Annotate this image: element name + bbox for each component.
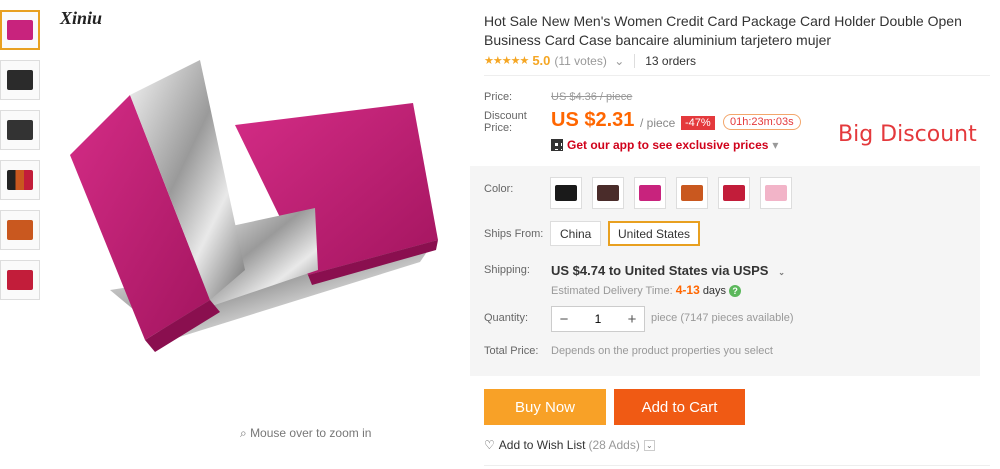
zoom-hint: ⌕ Mouse over to zoom in xyxy=(240,426,371,441)
quantity-input[interactable] xyxy=(576,312,620,326)
star-rating-icon: ★★★★★ xyxy=(484,55,529,67)
discount-price-label: Discount Price: xyxy=(484,110,527,134)
help-icon[interactable]: ? xyxy=(729,285,742,298)
thumbnail-1[interactable] xyxy=(0,10,40,50)
increase-quantity-button[interactable]: + xyxy=(620,311,644,328)
ships-from-united-states[interactable]: United States xyxy=(608,221,701,246)
color-swatch-1[interactable] xyxy=(550,177,582,209)
app-promo-link[interactable]: Get our app to see exclusive prices ▾ xyxy=(551,138,778,152)
swatch-image xyxy=(597,185,619,201)
days-word: days xyxy=(702,285,727,297)
delivery-days: 4-13 xyxy=(675,283,700,297)
swatch-image xyxy=(723,185,745,201)
caret-down-icon: ▾ xyxy=(772,138,779,152)
delivery-estimate: Estimated Delivery Time: 4-13 days ? xyxy=(551,283,742,298)
shipping-method-text: US $4.74 to United States via USPS xyxy=(551,263,769,278)
thumbnail-4[interactable] xyxy=(0,160,40,200)
swatch-image xyxy=(681,185,703,201)
ships-from-label: Ships From: xyxy=(484,228,544,240)
color-swatch-4[interactable] xyxy=(676,177,708,209)
wishlist-count: (28 Adds) xyxy=(588,438,640,452)
card-holder-illustration xyxy=(70,60,438,352)
discount-price: US $2.31 xyxy=(551,109,635,131)
magnifier-icon: ⌕ xyxy=(240,426,251,440)
chevron-down-icon: ⌄ xyxy=(778,268,785,277)
countdown-timer: 01h:23m:03s xyxy=(723,114,801,130)
quantity-stepper: − + xyxy=(551,306,645,332)
buy-now-button[interactable]: Buy Now xyxy=(484,389,606,425)
original-price: US $4.36 / piece xyxy=(551,91,633,103)
divider xyxy=(484,75,990,76)
per-piece-unit: / piece xyxy=(640,116,676,130)
thumbnail-image xyxy=(7,120,33,140)
total-price-note: Depends on the product properties you se… xyxy=(551,345,773,357)
votes-link[interactable]: (11 votes) xyxy=(554,54,606,68)
orders-count: 13 orders xyxy=(645,53,696,68)
swatch-image xyxy=(555,185,577,201)
thumbnail-3[interactable] xyxy=(0,110,40,150)
shipping-method[interactable]: US $4.74 to United States via USPS ⌄ xyxy=(551,263,787,279)
thumbnail-image xyxy=(7,170,33,190)
app-promo-text: Get our app to see exclusive prices xyxy=(567,138,769,152)
discount-badge: -47% xyxy=(681,116,715,130)
color-swatch-2[interactable] xyxy=(592,177,624,209)
thumbnail-5[interactable] xyxy=(0,210,40,250)
shipping-label: Shipping: xyxy=(484,264,530,276)
thumbnail-image xyxy=(7,20,33,40)
heart-plus-icon: ♡ xyxy=(484,438,495,452)
delivery-estimate-label: Estimated Delivery Time: xyxy=(551,285,673,297)
color-swatch-5[interactable] xyxy=(718,177,750,209)
rating-row: ★★★★★ 5.0 (11 votes) ⌄ 13 orders xyxy=(484,53,696,68)
color-swatch-3[interactable] xyxy=(634,177,666,209)
product-title: Hot Sale New Men's Women Credit Card Pac… xyxy=(484,13,962,48)
big-discount-note: Big Discount xyxy=(838,122,977,147)
total-price-label: Total Price: xyxy=(484,345,539,357)
add-to-wishlist[interactable]: ♡ Add to Wish List (28 Adds) ⌄ xyxy=(484,438,655,452)
chevron-down-icon[interactable]: ⌄ xyxy=(611,54,624,68)
decrease-quantity-button[interactable]: − xyxy=(552,311,576,328)
zoom-hint-text: Mouse over to zoom in xyxy=(250,426,372,440)
thumbnail-6[interactable] xyxy=(0,260,40,300)
swatch-image xyxy=(765,185,787,201)
chevron-down-icon[interactable]: ⌄ xyxy=(643,439,655,451)
divider xyxy=(634,53,636,68)
color-label: Color: xyxy=(484,183,514,195)
quantity-label: Quantity: xyxy=(484,312,529,324)
wishlist-label: Add to Wish List xyxy=(498,438,586,452)
thumbnail-strip xyxy=(0,10,42,310)
add-to-cart-button[interactable]: Add to Cart xyxy=(614,389,745,425)
thumbnail-2[interactable] xyxy=(0,60,40,100)
ships-from-china[interactable]: China xyxy=(550,221,602,246)
color-swatches xyxy=(550,177,802,209)
thumbnail-image xyxy=(7,220,33,240)
product-info-panel: Hot Sale New Men's Women Credit Card Pac… xyxy=(470,0,1000,469)
swatch-image xyxy=(639,185,661,201)
main-product-image[interactable]: Xiniu ⌕ Mouse over to zoom in xyxy=(50,0,470,440)
thumbnail-image xyxy=(7,70,33,90)
thumbnail-image xyxy=(7,270,33,290)
color-swatch-6[interactable] xyxy=(760,177,792,209)
rating-score: 5.0 xyxy=(532,53,551,68)
available-quantity: piece (7147 pieces available) xyxy=(651,312,794,324)
qr-code-icon xyxy=(551,139,563,151)
divider xyxy=(484,465,990,466)
price-label: Price: xyxy=(484,91,513,103)
